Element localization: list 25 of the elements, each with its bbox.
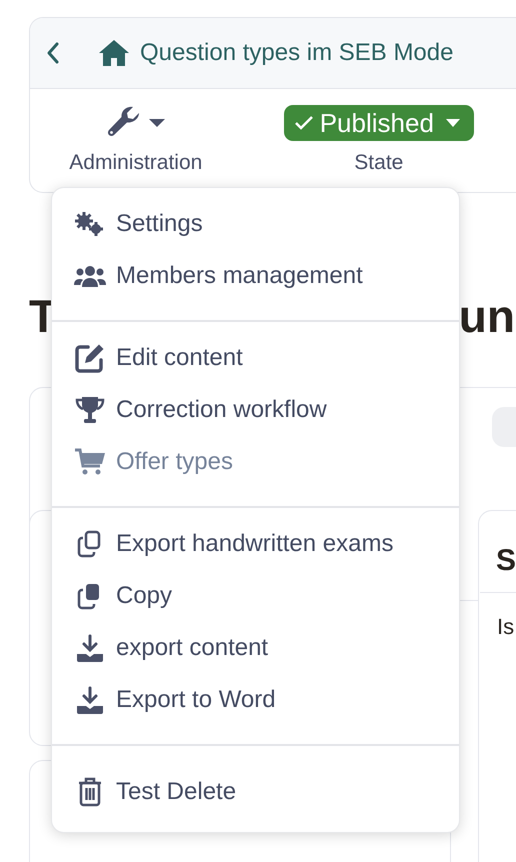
page-heading: un — [458, 289, 515, 344]
menu-item[interactable]: Export to Word — [52, 674, 459, 726]
state-dropdown[interactable]: Published — [284, 105, 474, 141]
back-button[interactable] — [46, 41, 60, 65]
home-icon — [98, 39, 130, 67]
menu-item[interactable]: Correction workflow — [52, 384, 459, 436]
tool-label: State — [354, 151, 404, 175]
trophy-icon — [73, 395, 107, 425]
users-icon — [73, 263, 107, 289]
tool-label: Administration — [69, 151, 202, 175]
menu-item[interactable]: export content — [52, 622, 459, 674]
menu-item[interactable]: Test Delete — [52, 766, 459, 818]
download-icon — [75, 685, 105, 715]
check-icon — [294, 115, 314, 131]
menu-item[interactable]: Edit content — [52, 332, 459, 384]
caret-icon — [148, 118, 166, 128]
card-title: S — [496, 544, 516, 578]
menu-item[interactable]: Settings — [52, 198, 459, 250]
menu-item[interactable]: Members management — [52, 250, 459, 302]
menu-item[interactable]: Copy — [52, 570, 459, 622]
menu-item[interactable]: Export handwritten exams — [52, 518, 459, 570]
cart-icon — [73, 447, 107, 477]
chevron-left-icon — [46, 41, 60, 65]
download-icon — [75, 633, 105, 663]
card-text: Is — [497, 614, 514, 640]
